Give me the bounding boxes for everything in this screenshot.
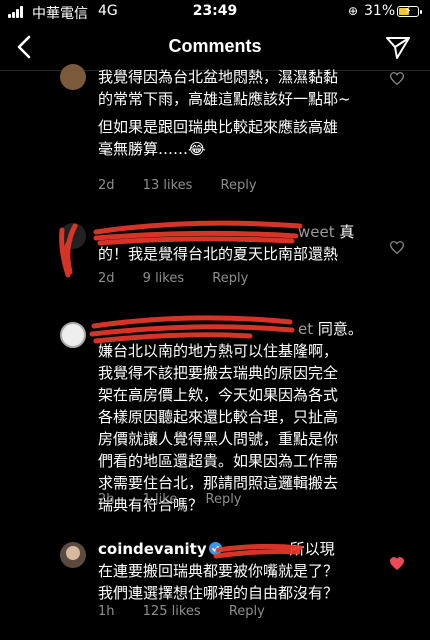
comment-item: et 同意。 嫌台北以南的地方熱可以住基隆啊， 我覺得不該把要搬去瑞典的原因完全…	[0, 318, 430, 518]
comment-line: 但如果是跟回瑞典比較起來應該高雄	[98, 118, 339, 136]
comment-text: coindevanity 所以現 在連要搬回瑞典都要被你嘴就是了？ 我們連選擇想住…	[98, 538, 374, 604]
comment-item: coindevanity 所以現 在連要搬回瑞典都要被你嘴就是了？ 我們連選擇想住…	[0, 538, 430, 634]
comment-line: 我覺得不該把要搬去瑞典的原因完全	[98, 364, 339, 382]
battery-icon: ⚡	[397, 4, 422, 17]
heart-icon[interactable]	[390, 72, 404, 85]
avatar[interactable]	[60, 542, 86, 568]
comment-text: 我覺得因為台北盆地悶熱，濕濕黏黏 的常常下雨，高雄這點應該好一點耶~ 但如果是跟…	[98, 66, 374, 160]
comment-time: 1h	[98, 604, 115, 619]
comment-text: weet 真 的！我是覺得台北的夏天比南部還熱	[98, 221, 374, 265]
comment-line: 嫌台北以南的地方熱可以住基隆啊，	[98, 342, 339, 360]
comment-line: 架在高房價上欸，今天如果因為各式	[98, 386, 339, 404]
comment-line: weet 真	[98, 221, 374, 243]
verified-badge-icon	[208, 542, 222, 555]
like-count[interactable]: 9 likes	[143, 271, 184, 286]
reply-button[interactable]: Reply	[221, 178, 257, 193]
reply-button[interactable]: Reply	[212, 271, 248, 286]
comment-time: 2d	[98, 271, 115, 286]
comment-item: weet 真 的！我是覺得台北的夏天比南部還熱 2d 9 likes Reply	[0, 215, 430, 295]
orientation-lock-icon: ⊕	[348, 4, 359, 18]
comment-time: 2d	[98, 178, 115, 193]
paper-plane-icon[interactable]	[385, 36, 411, 60]
comment-line: 的常常下雨，高雄這點應該好一點耶~	[98, 90, 351, 108]
comment-line: 同意。	[317, 320, 363, 338]
comment-line: 我們連選擇想住哪裡的自由都沒有？	[98, 584, 339, 602]
like-count[interactable]: 13 likes	[143, 178, 193, 193]
avatar[interactable]	[60, 322, 86, 348]
comment-text: et 同意。 嫌台北以南的地方熱可以住基隆啊， 我覺得不該把要搬去瑞典的原因完全…	[98, 318, 374, 516]
username-tail: weet	[298, 223, 335, 241]
comment-line: 真	[339, 223, 355, 241]
comment-line: 在連要搬回瑞典都要被你嘴就是了？	[98, 562, 339, 580]
avatar[interactable]	[60, 64, 86, 90]
like-count[interactable]: 125 likes	[143, 604, 201, 619]
comment-meta: 2d 13 likes Reply	[98, 178, 281, 193]
status-bar: 中華電信 4G 23:49 ⊕ 31% ⚡	[0, 0, 430, 24]
comment-line: 房價就讓人覺得黑人問號，重點是你	[98, 430, 339, 448]
battery-percent: 31%	[364, 3, 396, 19]
reply-button[interactable]: Reply	[206, 492, 242, 507]
reply-button[interactable]: Reply	[229, 604, 265, 619]
comment-meta: 2h 1 like Reply	[98, 492, 266, 507]
username-tail: et	[298, 320, 314, 338]
comment-line: 毫無勝算……😂	[98, 140, 206, 158]
comment-line: 所以現	[289, 540, 335, 558]
comment-line: 的！我是覺得台北的夏天比南部還熱	[98, 245, 339, 263]
heart-icon[interactable]	[390, 241, 404, 254]
username[interactable]: coindevanity	[98, 540, 207, 558]
comment-meta: 1h 125 likes Reply	[98, 604, 289, 619]
page-title: Comments	[168, 36, 262, 56]
comment-line: 們看的地區還超貴。如果因為工作需	[98, 452, 339, 470]
like-count[interactable]: 1 like	[143, 492, 178, 507]
comment-line: et 同意。	[98, 318, 374, 340]
comment-meta: 2d 9 likes Reply	[98, 271, 272, 286]
comment-line: 各樣原因聽起來還比較合理，只扯高	[98, 408, 339, 426]
comment-line: 求需要住台北，那請問照這邏輯搬去	[98, 474, 339, 492]
comment-item: 我覺得因為台北盆地悶熱，濕濕黏黏 的常常下雨，高雄這點應該好一點耶~ 但如果是跟…	[0, 60, 430, 200]
avatar[interactable]	[60, 223, 86, 249]
heart-icon[interactable]	[390, 557, 404, 570]
comment-line: coindevanity 所以現	[98, 538, 374, 560]
comment-line: 我覺得因為台北盆地悶熱，濕濕黏黏	[98, 68, 339, 86]
comment-time: 2h	[98, 492, 115, 507]
